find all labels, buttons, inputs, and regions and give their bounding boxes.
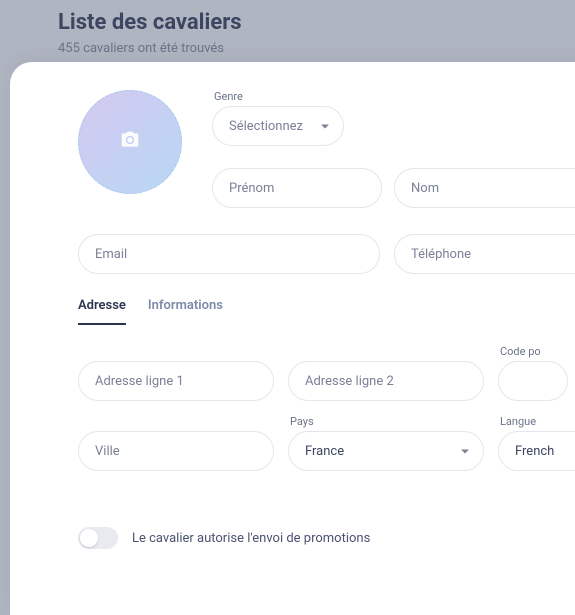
genre-select[interactable]: Sélectionnez [212,106,344,146]
page-subtitle: 455 cavaliers ont été trouvés [58,41,575,56]
country-select[interactable]: France [288,431,484,471]
postal-input[interactable] [498,361,568,401]
camera-icon [120,130,140,154]
promotions-toggle-label: Le cavalier autorise l'envoi de promotio… [132,531,370,546]
first-name-input[interactable] [212,168,382,208]
page-title: Liste des cavaliers [58,10,575,35]
country-label: Pays [288,415,484,428]
address-line2-input[interactable] [288,361,484,401]
address-line1-input[interactable] [78,361,274,401]
language-select[interactable]: French [498,431,575,471]
last-name-input[interactable] [394,168,575,208]
city-input[interactable] [78,431,274,471]
rider-form-modal: Genre Sélectionnez [10,62,575,615]
avatar-upload[interactable] [78,90,182,194]
phone-input[interactable] [394,234,575,274]
genre-label: Genre [212,90,344,103]
tab-informations[interactable]: Informations [148,298,223,325]
promotions-toggle[interactable] [78,527,118,549]
toggle-knob [80,529,98,547]
email-input[interactable] [78,234,380,274]
tabs: Adresse Informations [78,298,575,325]
language-label: Langue [498,415,575,428]
tab-address[interactable]: Adresse [78,298,126,325]
postal-label: Code po [498,345,568,358]
